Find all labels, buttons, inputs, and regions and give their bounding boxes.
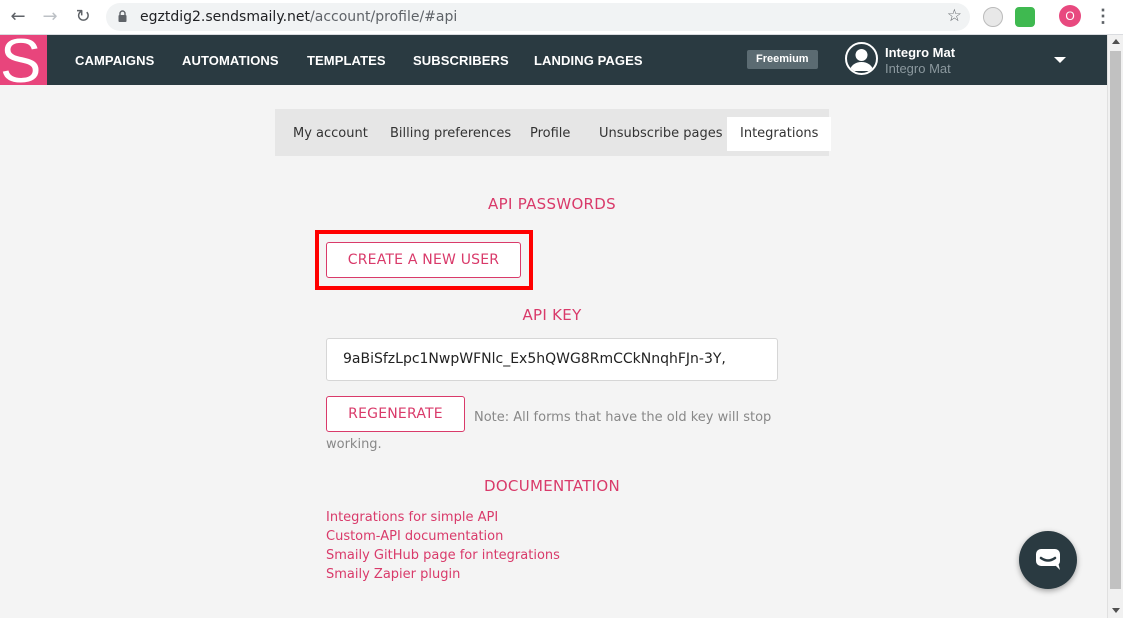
lock-icon <box>118 10 127 22</box>
address-bar[interactable]: egztdig2.sendsmaily.net/account/profile/… <box>106 3 970 31</box>
extension-green-icon[interactable] <box>1015 7 1035 27</box>
link-simple-api[interactable]: Integrations for simple API <box>326 510 498 525</box>
user-account-name: Integro Mat <box>885 61 951 76</box>
chat-widget-button[interactable] <box>1019 531 1077 589</box>
extension-clock-icon[interactable] <box>983 7 1003 27</box>
tab-integrations[interactable]: Integrations <box>727 117 832 151</box>
scroll-down-icon[interactable] <box>1112 608 1120 613</box>
api-key-title: API KEY <box>522 306 582 324</box>
user-menu-caret-icon[interactable] <box>1054 57 1066 63</box>
user-avatar-icon[interactable] <box>845 42 878 75</box>
scroll-thumb[interactable] <box>1110 51 1121 589</box>
user-name[interactable]: Integro Mat <box>885 45 955 60</box>
page-scrollbar[interactable] <box>1107 35 1123 618</box>
smaily-logo[interactable]: S <box>0 35 47 85</box>
nav-templates[interactable]: TEMPLATES <box>307 53 386 68</box>
bookmark-star-icon[interactable]: ☆ <box>947 6 962 26</box>
documentation-title: DOCUMENTATION <box>483 477 621 495</box>
tab-billing-preferences[interactable]: Billing preferences <box>377 117 524 151</box>
forward-arrow-icon[interactable]: → <box>38 5 62 29</box>
api-passwords-title: API PASSWORDS <box>488 195 616 213</box>
link-zapier-plugin[interactable]: Smaily Zapier plugin <box>326 567 460 582</box>
browser-menu-icon[interactable]: ⋮ <box>1094 5 1112 29</box>
url-host: egztdig2.sendsmaily.net <box>140 9 311 25</box>
regenerate-note: Note: All forms that have the old key wi… <box>326 410 772 452</box>
nav-landing-pages[interactable]: LANDING PAGES <box>534 53 643 68</box>
account-tabs: My account Billing preferences Profile U… <box>275 109 832 156</box>
nav-campaigns[interactable]: CAMPAIGNS <box>75 53 154 68</box>
url-path: /account/profile/#api <box>310 9 458 25</box>
tab-my-account[interactable]: My account <box>280 117 381 151</box>
plan-badge: Freemium <box>747 50 818 69</box>
url-text: egztdig2.sendsmaily.net/account/profile/… <box>140 9 457 25</box>
logo-letter: S <box>0 35 42 85</box>
nav-subscribers[interactable]: SUBSCRIBERS <box>413 53 509 68</box>
back-arrow-icon[interactable]: ← <box>6 5 30 29</box>
app-navbar: S CAMPAIGNS AUTOMATIONS TEMPLATES SUBSCR… <box>0 35 1107 85</box>
tab-unsubscribe-pages[interactable]: Unsubscribe pages <box>586 117 736 151</box>
nav-automations[interactable]: AUTOMATIONS <box>182 53 279 68</box>
link-github-integrations[interactable]: Smaily GitHub page for integrations <box>326 548 560 563</box>
link-custom-api-docs[interactable]: Custom-API documentation <box>326 529 503 544</box>
browser-toolbar: ← → ↻ egztdig2.sendsmaily.net/account/pr… <box>0 0 1123 35</box>
create-new-user-button[interactable]: CREATE A NEW USER <box>326 242 521 278</box>
scroll-up-icon[interactable] <box>1112 39 1120 44</box>
reload-icon[interactable]: ↻ <box>71 5 95 29</box>
tab-profile[interactable]: Profile <box>517 117 583 151</box>
api-key-field[interactable]: 9aBiSfzLpc1NwpWFNlc_Ex5hQWG8RmCCkNnqhFJn… <box>326 338 778 381</box>
chat-bubble-icon <box>1036 549 1060 570</box>
browser-profile-avatar[interactable]: O <box>1059 5 1081 27</box>
